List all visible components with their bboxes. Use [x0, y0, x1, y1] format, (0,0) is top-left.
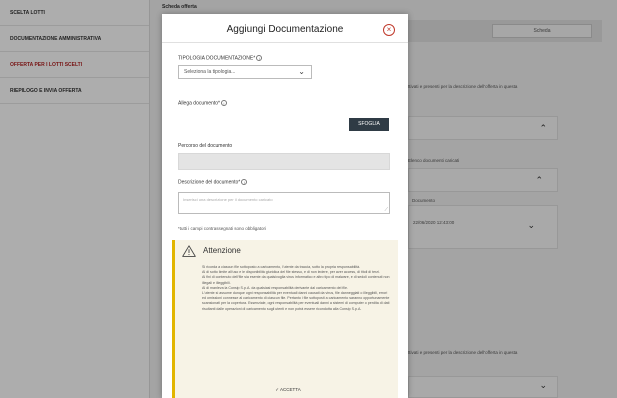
warning-title: Attenzione	[203, 246, 241, 255]
percorso-label: Percorso del documento	[178, 143, 233, 149]
tipologia-select[interactable]: Seleziona la tipologia... ⌄	[178, 65, 312, 79]
divider	[162, 42, 408, 43]
close-button[interactable]: ×	[383, 24, 395, 36]
sfoglia-button[interactable]: SFOGLIA	[349, 118, 389, 131]
warning-paragraph: Ai fini di contenuto dell'file sia esent…	[202, 275, 390, 285]
warning-paragraph: L'utente si assume dunque ogni responsab…	[202, 291, 390, 311]
info-icon[interactable]: i	[220, 100, 227, 106]
description-textarea[interactable]: Inserisci una descrizione per il documen…	[178, 192, 390, 214]
tipologia-label: TIPOLOGIA DOCUMENTAZIONE* i	[178, 55, 263, 61]
document-path-field	[178, 153, 390, 170]
info-icon[interactable]: i	[256, 55, 263, 61]
allega-label: Allega documento* i	[178, 100, 227, 106]
descrizione-label: Descrizione del documento* i	[178, 179, 248, 185]
warning-triangle-icon	[182, 245, 196, 257]
required-fields-note: *tutti i campi contrassegnati sono obbli…	[178, 226, 267, 231]
close-icon: ×	[386, 25, 392, 34]
info-icon[interactable]: i	[241, 179, 248, 185]
tipologia-select-value: Seleziona la tipologia...	[184, 69, 236, 75]
modal-title: Aggiungi Documentazione	[226, 24, 344, 35]
chevron-down-icon: ⌄	[298, 67, 305, 76]
resize-handle-icon[interactable]: ⟋	[384, 207, 388, 213]
add-documentation-modal: Aggiungi Documentazione × TIPOLOGIA DOCU…	[162, 14, 408, 398]
description-placeholder: Inserisci una descrizione per il documen…	[183, 197, 273, 202]
warning-text: Si ricorda a ciascun file sottoposto a c…	[202, 265, 392, 312]
warning-box: Attenzione Si ricorda a ciascun file sot…	[172, 240, 398, 398]
accept-button[interactable]: ✓ ACCETTA	[175, 387, 401, 393]
